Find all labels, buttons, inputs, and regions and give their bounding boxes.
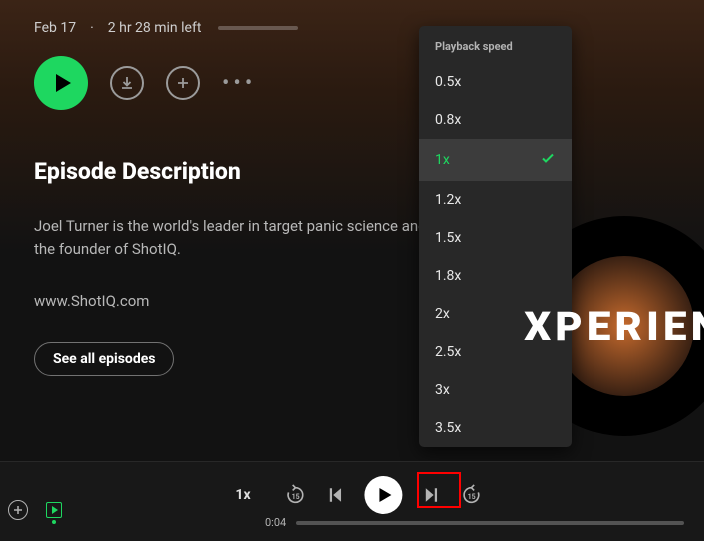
- next-track-button[interactable]: [423, 486, 441, 504]
- previous-track-button[interactable]: [327, 486, 345, 504]
- timeline[interactable]: 0:04: [265, 516, 684, 529]
- episode-description: Joel Turner is the world's leader in tar…: [34, 215, 434, 262]
- play-icon: [379, 488, 391, 502]
- speed-option-0-5x[interactable]: 0.5x: [419, 63, 572, 101]
- elapsed-time: 0:04: [265, 516, 286, 529]
- speed-option-label: 1.5x: [435, 230, 461, 246]
- section-title: Episode Description: [34, 158, 670, 185]
- more-options-button[interactable]: •••: [222, 71, 256, 96]
- play-pause-button[interactable]: [365, 476, 403, 514]
- speed-option-label: 1x: [435, 152, 450, 168]
- player-bar: 1x 15 15 0:04: [0, 461, 704, 541]
- see-all-episodes-button[interactable]: See all episodes: [34, 342, 174, 376]
- next-icon: [423, 486, 441, 504]
- download-button[interactable]: [110, 66, 144, 100]
- check-icon: [540, 150, 556, 170]
- add-button[interactable]: [166, 66, 200, 100]
- episode-progress-bar: [218, 26, 298, 30]
- meta-sep: ·: [90, 20, 94, 36]
- menu-title: Playback speed: [419, 26, 572, 63]
- speed-button[interactable]: 1x: [221, 481, 264, 509]
- skip-back-15-button[interactable]: 15: [285, 484, 307, 506]
- queue-add-button[interactable]: [8, 500, 28, 520]
- speed-option-label: 2.5x: [435, 344, 461, 360]
- plus-icon: [13, 505, 23, 515]
- skip-forward-15-button[interactable]: 15: [461, 484, 483, 506]
- playback-speed-menu[interactable]: Playback speed 0.5x 0.8x 1x 1.2x 1.5x 1.8x 2x 2…: [419, 26, 572, 447]
- plus-icon: [175, 75, 191, 91]
- speed-option-label: 3x: [435, 382, 450, 398]
- episode-meta: Feb 17 · 2 hr 28 min left: [34, 20, 670, 36]
- artwork-text: XPERIEN: [524, 303, 704, 350]
- speed-option-label: 3.5x: [435, 420, 461, 436]
- speed-option-1-5x[interactable]: 1.5x: [419, 219, 572, 257]
- skip-back-icon: [285, 484, 307, 506]
- speed-option-1-2x[interactable]: 1.2x: [419, 181, 572, 219]
- play-button[interactable]: [34, 56, 88, 110]
- speed-option-label: 0.5x: [435, 74, 461, 90]
- speed-option-label: 1.2x: [435, 192, 461, 208]
- play-icon: [56, 74, 71, 92]
- now-playing-view-button[interactable]: [46, 502, 62, 518]
- meta-date: Feb 17: [34, 20, 76, 36]
- skip-forward-icon: [461, 484, 483, 506]
- meta-remaining: 2 hr 28 min left: [108, 20, 202, 36]
- speed-option-3x[interactable]: 3x: [419, 371, 572, 409]
- previous-icon: [327, 486, 345, 504]
- download-icon: [119, 75, 135, 91]
- transport-controls: 1x 15 15: [221, 476, 482, 514]
- speed-option-label: 1.8x: [435, 268, 461, 284]
- speed-option-1-8x[interactable]: 1.8x: [419, 257, 572, 295]
- speed-option-label: 2x: [435, 306, 450, 322]
- speed-option-1x[interactable]: 1x: [419, 139, 572, 181]
- seek-bar[interactable]: [296, 521, 684, 525]
- speed-option-3-5x[interactable]: 3.5x: [419, 409, 572, 447]
- speed-option-0-8x[interactable]: 0.8x: [419, 101, 572, 139]
- speed-option-label: 0.8x: [435, 112, 461, 128]
